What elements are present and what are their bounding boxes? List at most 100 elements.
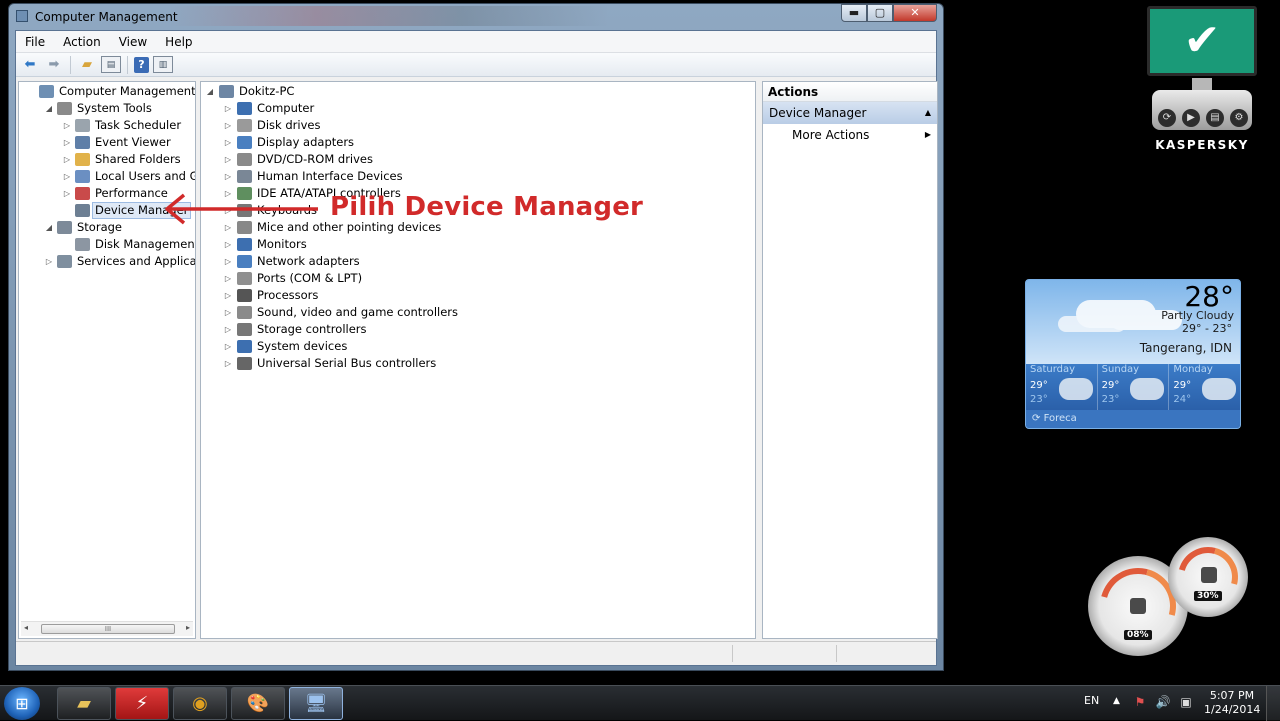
computer-management-taskbar-button[interactable]: 🖥 [289, 687, 343, 720]
collapse-up-icon[interactable]: ▲ [925, 102, 931, 124]
menu-help[interactable]: Help [156, 35, 201, 49]
paint-taskbar-button[interactable]: 🎨 [231, 687, 285, 720]
tree-item[interactable]: Computer Management (Local [19, 83, 195, 100]
minimize-button[interactable]: ▬ [841, 4, 867, 22]
weather-gadget[interactable]: 28° Partly Cloudy 29° - 23° Tangerang, I… [1025, 279, 1241, 429]
expand-icon[interactable]: ▷ [62, 168, 72, 185]
provider-name: Foreca [1043, 413, 1077, 424]
title-bar[interactable]: Computer Management ▬ ▢ ✕ [9, 4, 943, 30]
expand-icon[interactable]: ▷ [62, 117, 72, 134]
device-tree-pane[interactable]: ◢ Dokitz-PC ▷ Computer ▷ Disk drives ▷ Display … [200, 81, 756, 639]
network-icon[interactable]: ▣ [1178, 695, 1194, 711]
event-viewer-icon [75, 136, 90, 149]
clock[interactable]: 5:07 PM 1/24/2014 [1204, 689, 1260, 717]
device-category[interactable]: ▷ Network adapters [201, 253, 755, 270]
play-icon[interactable]: ▶ [1182, 109, 1200, 127]
tree-item[interactable]: ▷ Local Users and Groups [19, 168, 195, 185]
update-icon[interactable]: ⟳ [1158, 109, 1176, 127]
more-actions-link[interactable]: More Actions ▶ [763, 124, 937, 146]
tree-item[interactable]: Disk Management [19, 236, 195, 253]
console-tree-pane[interactable]: Computer Management (Local ◢ System Tools ▷… [18, 81, 196, 639]
chrome-taskbar-button[interactable]: ◉ [173, 687, 227, 720]
device-category[interactable]: ▷ Display adapters [201, 134, 755, 151]
tree-item[interactable]: ▷ Services and Applications [19, 253, 195, 270]
tree-item-label: Local Users and Groups [95, 169, 195, 183]
menu-view[interactable]: View [110, 35, 156, 49]
expand-icon[interactable]: ▷ [223, 151, 233, 168]
help-icon[interactable]: ? [134, 56, 149, 73]
back-arrow-icon[interactable]: ⬅ [20, 56, 40, 74]
weather-location: Tangerang, IDN [1139, 341, 1232, 355]
collapse-icon[interactable]: ◢ [44, 219, 54, 236]
device-tree-root[interactable]: ◢ Dokitz-PC [201, 83, 755, 100]
status-bar [16, 641, 936, 665]
expand-icon[interactable]: ▷ [223, 134, 233, 151]
tree-item[interactable]: ▷ Shared Folders [19, 151, 195, 168]
expand-icon[interactable]: ▷ [223, 355, 233, 372]
expand-icon[interactable]: ▷ [44, 253, 54, 270]
clock-time: 5:07 PM [1209, 689, 1255, 702]
settings-icon[interactable]: ⚙ [1230, 109, 1248, 127]
expand-icon[interactable]: ▷ [223, 117, 233, 134]
show-hide-action-pane-icon[interactable]: ▥ [153, 56, 173, 73]
memory-gauge[interactable]: 30% [1167, 536, 1249, 618]
explorer-taskbar-button[interactable]: ▰ [57, 687, 111, 720]
device-category[interactable]: ▷ Monitors [201, 236, 755, 253]
scroll-left-icon[interactable]: ◂ [24, 623, 28, 632]
device-category[interactable]: ▷ DVD/CD-ROM drives [201, 151, 755, 168]
device-category[interactable]: ▷ Ports (COM & LPT) [201, 270, 755, 287]
expand-icon[interactable]: ▷ [223, 287, 233, 304]
tree-item-label: Storage [77, 220, 122, 234]
tree-item[interactable]: ▷ Event Viewer [19, 134, 195, 151]
device-category[interactable]: ▷ Processors [201, 287, 755, 304]
forecast-low: 23° [1030, 394, 1048, 405]
flash-app-taskbar-button[interactable]: ⚡ [115, 687, 169, 720]
scrollbar-thumb[interactable]: III [41, 624, 175, 634]
expand-icon[interactable]: ▷ [223, 270, 233, 287]
expand-icon[interactable]: ▷ [223, 304, 233, 321]
menu-action[interactable]: Action [54, 35, 110, 49]
collapse-icon[interactable]: ◢ [205, 83, 215, 100]
tree-item[interactable]: ◢ System Tools [19, 100, 195, 117]
expand-icon[interactable]: ▷ [62, 134, 72, 151]
horizontal-scrollbar[interactable]: ◂ III ▸ [21, 621, 193, 636]
device-category[interactable]: ▷ Storage controllers [201, 321, 755, 338]
collapse-icon[interactable]: ◢ [44, 100, 54, 117]
show-desktop-button[interactable] [1266, 686, 1280, 721]
device-category[interactable]: ▷ Sound, video and game controllers [201, 304, 755, 321]
scroll-right-icon[interactable]: ▸ [186, 623, 190, 632]
kaspersky-gadget[interactable]: ✔ ⟳ ▶ ▤ ⚙ KASPERSKY [1144, 4, 1260, 158]
expand-icon[interactable]: ▷ [223, 236, 233, 253]
expand-icon[interactable]: ▷ [223, 338, 233, 355]
expand-icon[interactable]: ▷ [223, 253, 233, 270]
menu-file[interactable]: File [16, 35, 54, 49]
device-category[interactable]: ▷ System devices [201, 338, 755, 355]
expand-icon[interactable]: ▷ [62, 185, 72, 202]
close-button[interactable]: ✕ [893, 4, 937, 22]
weather-provider[interactable]: ⟳ Foreca [1026, 410, 1240, 428]
toolbar: ⬅ ➡ ▰ ▤ ? ▥ [16, 53, 936, 77]
device-category[interactable]: ▷ Disk drives [201, 117, 755, 134]
actions-section-device-manager[interactable]: Device Manager ▲ [763, 102, 937, 124]
show-hide-console-tree-icon[interactable]: ▤ [101, 56, 121, 73]
device-category[interactable]: ▷ Universal Serial Bus controllers [201, 355, 755, 372]
language-indicator[interactable]: EN [1084, 694, 1099, 707]
expand-icon[interactable]: ▷ [223, 100, 233, 117]
expand-icon[interactable]: ▷ [62, 151, 72, 168]
action-center-flag-icon[interactable]: ⚑ [1132, 695, 1148, 711]
maximize-button[interactable]: ▢ [867, 4, 893, 22]
port-icon [237, 272, 252, 285]
processor-icon [237, 289, 252, 302]
device-category[interactable]: ▷ Computer [201, 100, 755, 117]
forward-arrow-icon[interactable]: ➡ [44, 56, 64, 74]
expand-icon[interactable]: ▷ [223, 321, 233, 338]
volume-icon[interactable]: 🔊 [1155, 695, 1171, 711]
reports-icon[interactable]: ▤ [1206, 109, 1224, 127]
device-category[interactable]: ▷ Human Interface Devices [201, 168, 755, 185]
tree-item-label: Services and Applications [77, 254, 196, 268]
expand-icon[interactable]: ▷ [223, 168, 233, 185]
up-folder-icon[interactable]: ▰ [77, 56, 97, 74]
start-button[interactable]: ⊞ [4, 687, 40, 720]
tree-item[interactable]: ▷ Task Scheduler [19, 117, 195, 134]
show-hidden-icons[interactable]: ▲ [1113, 696, 1120, 706]
